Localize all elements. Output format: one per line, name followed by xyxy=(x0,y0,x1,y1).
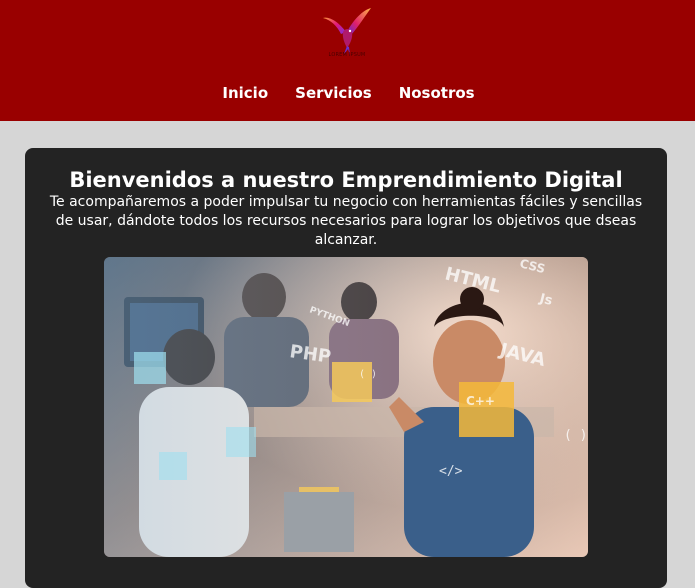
hero-word-cpp: C++ xyxy=(466,394,495,408)
hero-illustration: HTML CSS Js JAVA C++ PHP PYTHON </> ( ) … xyxy=(104,257,588,557)
page-title: Bienvenidos a nuestro Emprendimiento Dig… xyxy=(69,168,623,192)
code-tag-icon: </> xyxy=(439,464,463,479)
welcome-card: Bienvenidos a nuestro Emprendimiento Dig… xyxy=(25,148,667,588)
nav-servicios[interactable]: Servicios xyxy=(295,84,372,102)
hero-image: HTML CSS Js JAVA C++ PHP PYTHON </> ( ) … xyxy=(104,257,588,557)
nav-inicio[interactable]: Inicio xyxy=(222,84,268,102)
logo-text: LOREM IPSUM xyxy=(328,52,366,58)
site-header: LOREM IPSUM Inicio Servicios Nosotros xyxy=(0,0,695,121)
parens-icon: ( ) xyxy=(359,369,377,380)
welcome-description: Te acompañaremos a poder impulsar tu neg… xyxy=(49,194,643,248)
brackets-icon: ( ) xyxy=(564,428,587,443)
nav-nosotros[interactable]: Nosotros xyxy=(399,84,475,102)
main-nav: Inicio Servicios Nosotros xyxy=(0,84,695,102)
